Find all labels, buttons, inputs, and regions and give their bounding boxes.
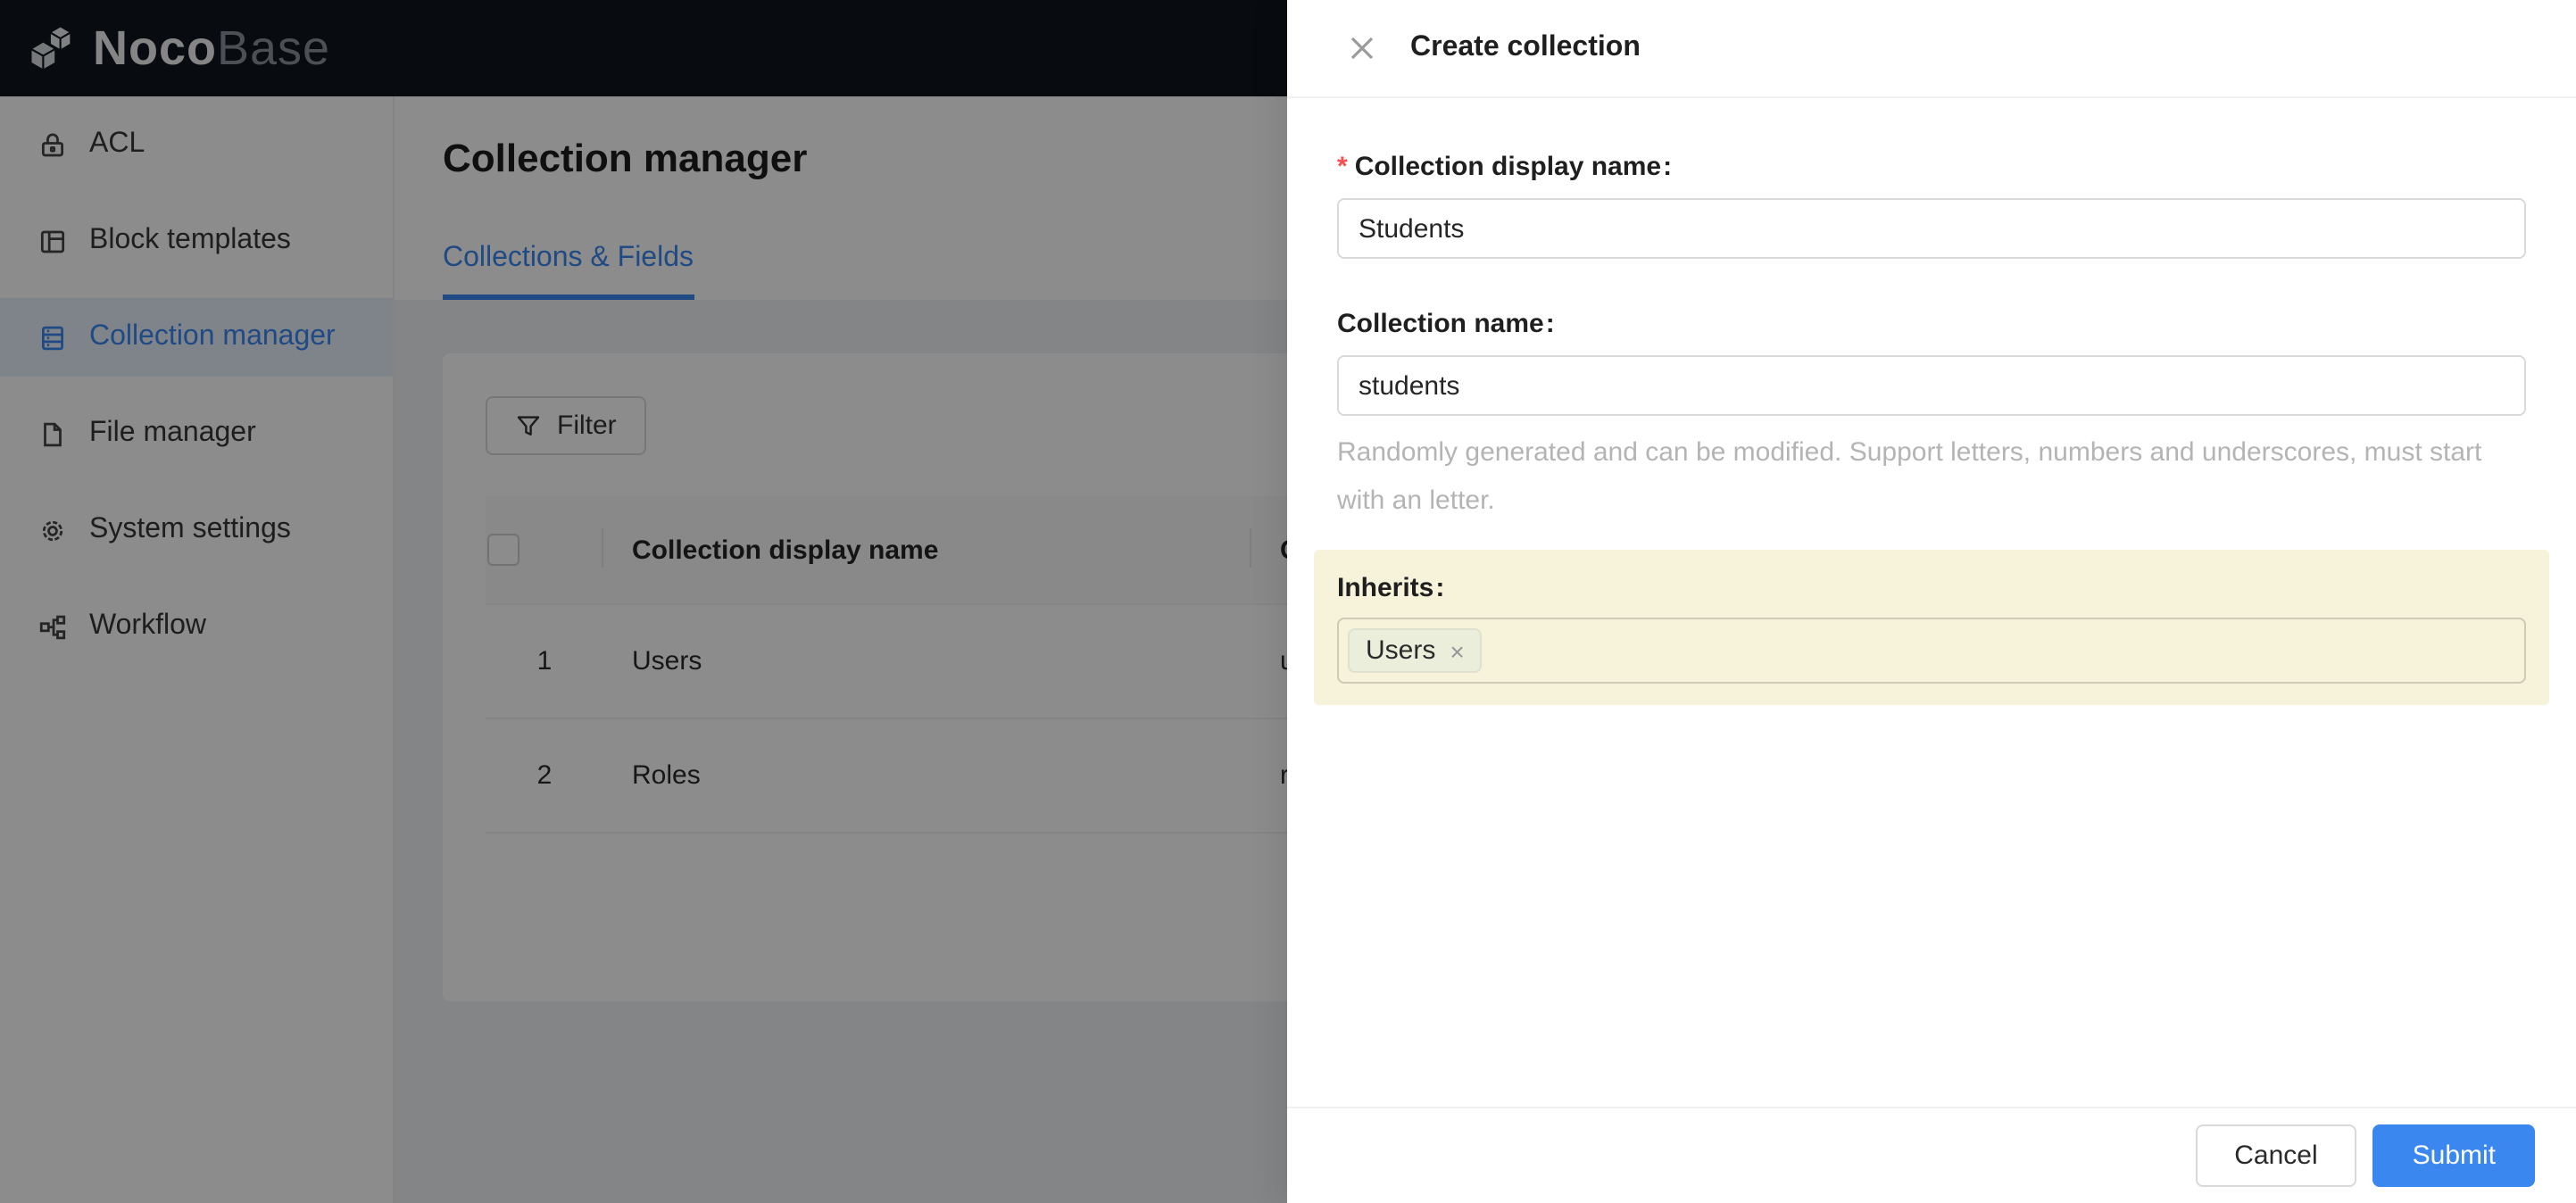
drawer-footer: Cancel Submit (1287, 1107, 2576, 1203)
collection-display-name-input[interactable] (1337, 198, 2526, 259)
app-viewport: NocoBase ACL Block templates Collection … (0, 0, 2576, 1203)
collection-name-input[interactable] (1337, 355, 2526, 416)
inherits-select[interactable]: Users × (1337, 618, 2526, 684)
field-label: Inherits: (1337, 573, 1445, 603)
submit-button[interactable]: Submit (2372, 1124, 2535, 1187)
tag-label: Users (1366, 635, 1436, 666)
field-collection-name: Collection name: Randomly generated and … (1337, 309, 2526, 525)
inherits-tag-users: Users × (1348, 628, 1483, 673)
drawer-header: Create collection (1287, 0, 2576, 98)
field-inherits-highlighted: Inherits: Users × (1314, 550, 2549, 705)
remove-tag-icon[interactable]: × (1450, 638, 1464, 663)
drawer-body: *Collection display name: Collection nam… (1287, 98, 2576, 705)
field-collection-display-name: * Collection display name: (1337, 152, 2526, 259)
field-label: * Collection display name: (1337, 152, 1673, 182)
cancel-button[interactable]: Cancel (2195, 1124, 2357, 1187)
field-help-text: Randomly generated and can be modified. … (1337, 437, 2482, 516)
field-label: Collection name: (1337, 309, 1555, 339)
drawer-title: Create collection (1410, 32, 1641, 62)
required-mark: * (1337, 152, 1348, 182)
create-collection-drawer: Create collection * Collection display na… (1287, 0, 2576, 1203)
close-icon[interactable] (1348, 34, 1376, 62)
